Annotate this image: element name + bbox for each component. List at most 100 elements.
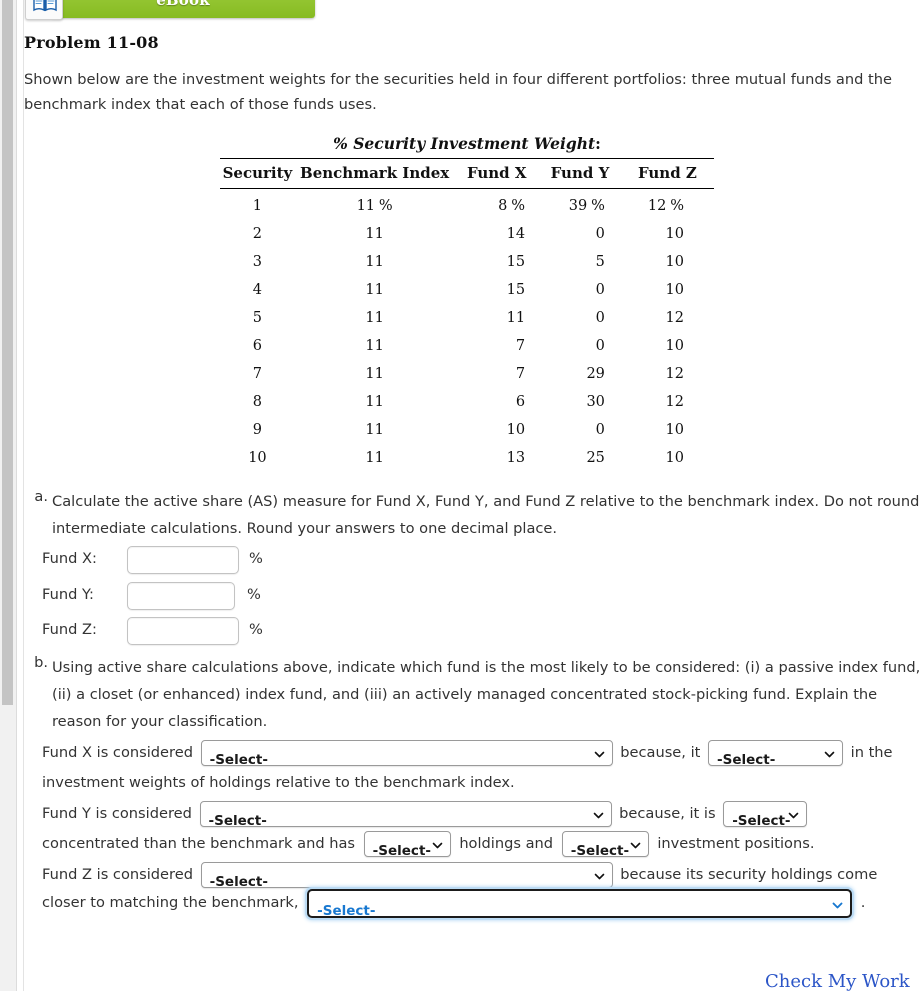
cell-security: 3 [252,254,263,270]
cell-fund-x: 6 [515,394,526,410]
table-caption-text: % Security Investment Weight [333,134,596,153]
fund-x-percent-label: % [249,550,263,567]
cell-benchmark: 11 [365,282,384,298]
cell-fund-z: 10 [665,450,684,466]
table-caption: % Security Investment Weight: [220,134,714,158]
fund-z-reason-select-value: -Select- [317,902,376,919]
cell-fund-y: 25 [586,450,605,466]
fund-y-sentence-line2-a: concentrated than the benchmark and has [42,835,356,852]
cell-fund-x: 11 [506,310,526,326]
cell-fund-y: 29 [586,366,605,382]
open-book-icon[interactable] [25,0,63,20]
fund-y-reason-select[interactable]: -Select- [723,801,808,829]
cell-benchmark: 11 [365,394,384,410]
cell-security: 1 [252,198,263,214]
cell-fund-x: 7 [515,338,526,354]
table-caption-colon: : [595,134,601,153]
investment-weights-table-wrapper: % Security Investment Weight: Security B… [220,134,714,472]
fund-z-sentence-line2: closer to matching the benchmark, [42,894,299,911]
investment-weights-table: Security Benchmark Index Fund X Fund Y F… [220,158,714,472]
page-scrollbar-track[interactable] [0,0,17,991]
cell-security: 6 [252,338,263,354]
cell-fund-x: 14 [506,226,526,242]
ebook-button[interactable]: eBook [51,0,315,18]
cell-benchmark: 11 % [356,198,393,214]
table-row: 4 11 15 0 10 [220,276,714,304]
percent-sign: % [667,198,684,214]
column-header-benchmark: Benchmark Index [294,158,455,189]
column-header-fund-x: Fund X [454,158,540,189]
cell-fund-y: 0 [595,338,605,354]
fund-y-classification-row: Fund Y is considered -Select- because, i… [42,799,923,829]
fund-y-positions-select[interactable]: -Select- [561,831,649,859]
cell-benchmark: 11 [365,450,384,466]
cell-fund-y: 0 [595,422,605,438]
fund-y-sentence-lead: Fund Y is considered [42,805,192,822]
column-header-security: Security [220,158,295,189]
chevron-down-icon [630,840,641,851]
cell-fund-y: 0 [595,310,605,326]
table-row: 10 11 13 25 10 [220,444,714,472]
chevron-down-icon [824,749,835,760]
percent-sign: % [588,198,605,214]
cell-fund-z: 12 % [647,198,684,214]
fund-y-answer-input[interactable] [127,582,235,610]
cell-security: 8 [252,394,263,410]
fund-z-reason-select[interactable]: -Select- [307,888,853,919]
fund-z-sentence-mid: because its security holdings come [620,866,878,883]
ebook-toolbar: eBook [25,0,315,22]
table-row: 1 11 % 8 % 39 % 12 % [220,189,714,221]
chevron-down-icon [594,871,605,882]
cell-security: 5 [252,310,263,326]
fund-z-sentence-line2-row: closer to matching the benchmark, -Selec… [42,888,923,919]
fund-y-answer-label: Fund Y: [42,586,94,603]
fund-y-sentence-mid: because, it is [619,805,716,822]
check-my-work-link[interactable]: Check My Work [765,971,910,992]
fund-z-classification-row: Fund Z is considered -Select- because it… [42,860,923,890]
fund-y-holdings-select[interactable]: -Select- [363,831,451,859]
percent-sign: % [508,198,526,214]
cell-security: 7 [252,366,263,382]
cell-fund-z: 12 [665,366,684,382]
cell-fund-z: 10 [665,254,684,270]
table-row: 7 11 7 29 12 [220,360,714,388]
fund-y-classification-select[interactable]: -Select- [199,801,612,829]
fund-y-sentence-line2-row: concentrated than the benchmark and has … [42,829,923,859]
cell-fund-z: 10 [665,338,684,354]
table-row: 5 11 11 0 12 [220,304,714,332]
chevron-down-icon [788,810,799,821]
part-b-text: Using active share calculations above, i… [52,659,921,730]
cell-fund-z: 10 [665,226,684,242]
chevron-down-icon [594,749,605,760]
table-row: 8 11 6 30 12 [220,388,714,416]
fund-y-percent-label: % [247,586,261,603]
cell-fund-z: 12 [665,394,684,410]
column-header-fund-z: Fund Z [620,158,714,189]
fund-z-answer-input[interactable] [127,617,239,645]
cell-security: 4 [252,282,263,298]
cell-fund-y: 5 [595,254,605,270]
cell-security: 10 [248,450,267,466]
fund-x-answer-input[interactable] [127,546,239,574]
cell-benchmark: 11 [365,338,384,354]
table-row: 2 11 14 0 10 [220,220,714,248]
fund-x-reason-select[interactable]: -Select- [708,740,843,768]
part-a-marker: a. [34,488,48,505]
fund-z-classification-select[interactable]: -Select- [200,862,613,890]
cell-fund-x: 15 [506,282,526,298]
column-header-fund-y: Fund Y [539,158,621,189]
cell-benchmark: 11 [365,366,384,382]
cell-fund-y: 0 [595,226,605,242]
fund-z-answer-label: Fund Z: [42,621,97,638]
cell-security: 2 [252,226,263,242]
fund-x-answer-label: Fund X: [42,550,97,567]
cell-fund-z: 10 [665,282,684,298]
cell-benchmark: 11 [365,226,384,242]
ebook-button-label: eBook [156,0,210,9]
fund-x-classification-select[interactable]: -Select- [200,740,613,768]
problem-content: eBook Problem 11-08 Shown below are the … [24,0,923,992]
fund-x-sentence-lead: Fund X is considered [42,744,193,761]
cell-fund-z: 12 [665,310,684,326]
page-scrollbar-thumb[interactable] [2,0,13,705]
cell-security: 9 [252,422,263,438]
